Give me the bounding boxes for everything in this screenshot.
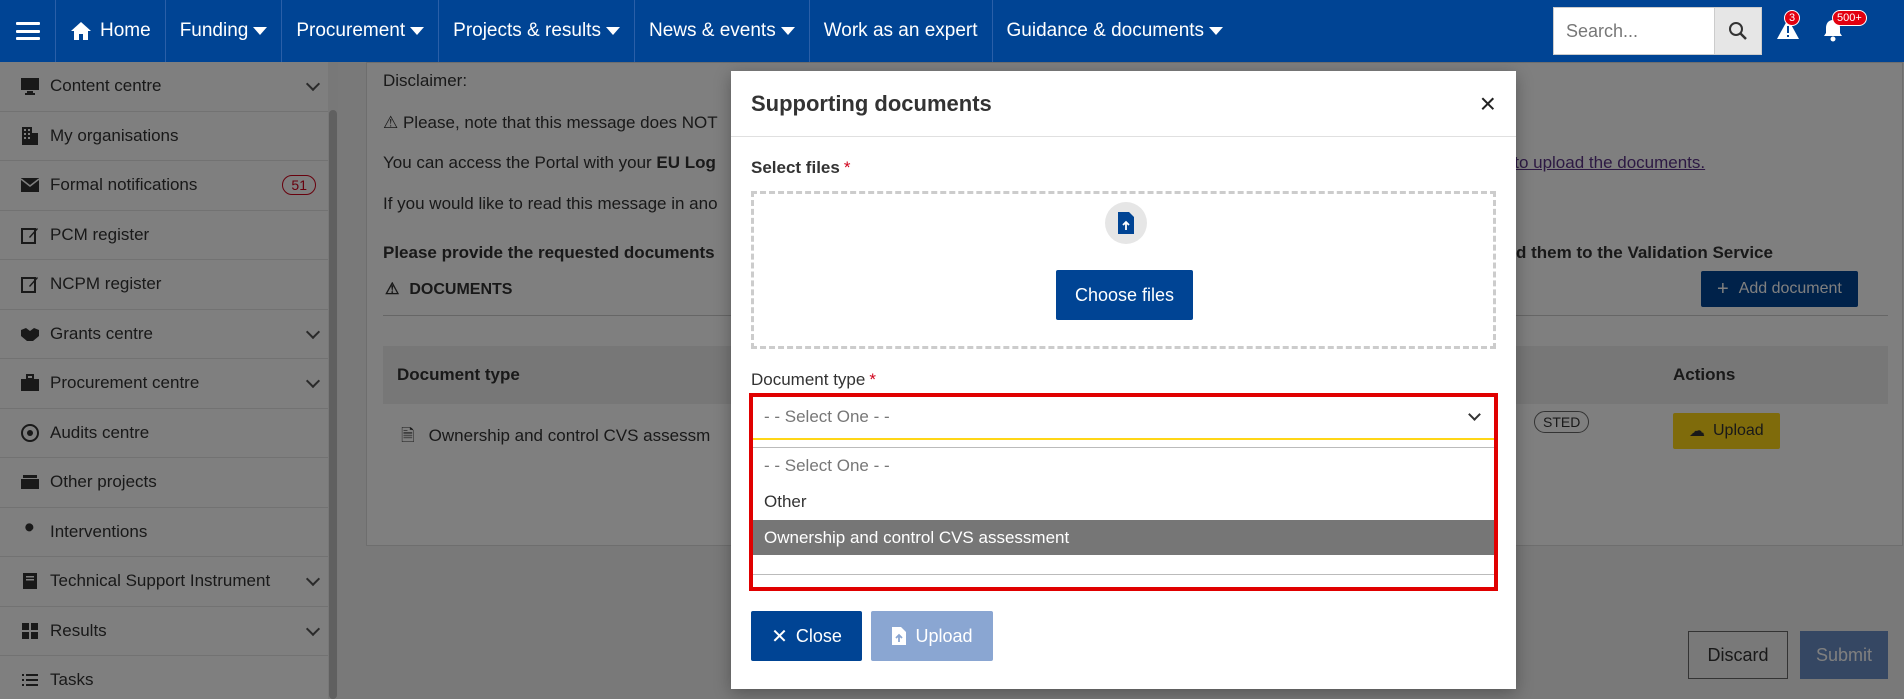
select-files-label: Select files * xyxy=(751,158,850,178)
upload-button[interactable]: Upload xyxy=(871,611,993,661)
nav-label: Projects & results xyxy=(453,20,601,41)
nav-home[interactable]: Home xyxy=(56,0,166,62)
nav-label: Procurement xyxy=(296,20,406,41)
close-button[interactable]: ✕ Close xyxy=(751,611,862,661)
option-ownership-control[interactable]: Ownership and control CVS assessment xyxy=(752,520,1495,556)
nav-projects-results[interactable]: Projects & results xyxy=(439,0,635,62)
required-marker: * xyxy=(843,158,851,177)
hamburger-icon xyxy=(15,22,40,40)
option-other[interactable]: Other xyxy=(752,484,1495,520)
notifications-badge: 500+ xyxy=(1832,10,1867,26)
caret-down-icon xyxy=(605,27,620,35)
close-label: Close xyxy=(795,625,842,646)
supporting-documents-modal: Supporting documents × Select files * Cho… xyxy=(731,71,1516,689)
close-icon[interactable]: × xyxy=(1480,89,1496,118)
upload-label: Upload xyxy=(915,625,973,646)
description-textarea[interactable] xyxy=(751,555,1496,575)
nav-label: Work as an expert xyxy=(823,20,978,41)
nav-procurement[interactable]: Procurement xyxy=(282,0,440,62)
file-upload-icon xyxy=(1105,202,1147,244)
search-button[interactable] xyxy=(1714,7,1762,55)
chevron-down-icon xyxy=(1468,408,1481,421)
nav-funding[interactable]: Funding xyxy=(166,0,283,62)
caret-down-icon xyxy=(410,27,425,35)
search-icon xyxy=(1729,22,1747,40)
document-type-select[interactable]: - - Select One - - xyxy=(751,394,1496,440)
alerts-button[interactable]: 3 xyxy=(1776,10,1801,45)
caret-down-icon xyxy=(780,27,795,35)
nav-guidance-documents[interactable]: Guidance & documents xyxy=(993,0,1238,62)
close-icon: ✕ xyxy=(771,625,788,648)
required-marker: * xyxy=(869,370,876,389)
nav-work-as-expert[interactable]: Work as an expert xyxy=(810,0,993,62)
notifications-button[interactable]: 500+ xyxy=(1822,10,1867,47)
select-value: - - Select One - - xyxy=(764,406,890,426)
document-type-label: Document type * xyxy=(751,370,876,390)
caret-down-icon xyxy=(253,27,268,35)
search-input[interactable] xyxy=(1553,7,1714,55)
document-type-text: Document type xyxy=(751,370,866,389)
nav-label: Guidance & documents xyxy=(1006,20,1205,41)
alerts-badge: 3 xyxy=(1784,10,1801,26)
file-upload-icon xyxy=(892,627,907,645)
file-dropzone[interactable]: Choose files xyxy=(751,191,1496,349)
home-icon xyxy=(71,22,91,40)
modal-title: Supporting documents xyxy=(751,90,992,116)
modal-header: Supporting documents × xyxy=(731,71,1516,137)
menu-button[interactable] xyxy=(0,0,56,62)
document-type-dropdown: - - Select One - - Other Ownership and c… xyxy=(751,447,1496,556)
select-files-text: Select files xyxy=(751,158,840,177)
nav-label: News & events xyxy=(648,20,776,41)
nav-label: Funding xyxy=(179,20,249,41)
option-select-one[interactable]: - - Select One - - xyxy=(752,448,1495,484)
nav-news-events[interactable]: News & events xyxy=(635,0,810,62)
search-bar xyxy=(1553,7,1762,55)
choose-files-button[interactable]: Choose files xyxy=(1056,270,1193,320)
caret-down-icon xyxy=(1209,27,1224,35)
top-navigation: Home Funding Procurement Projects & resu… xyxy=(0,0,1904,62)
nav-home-label: Home xyxy=(100,20,151,41)
